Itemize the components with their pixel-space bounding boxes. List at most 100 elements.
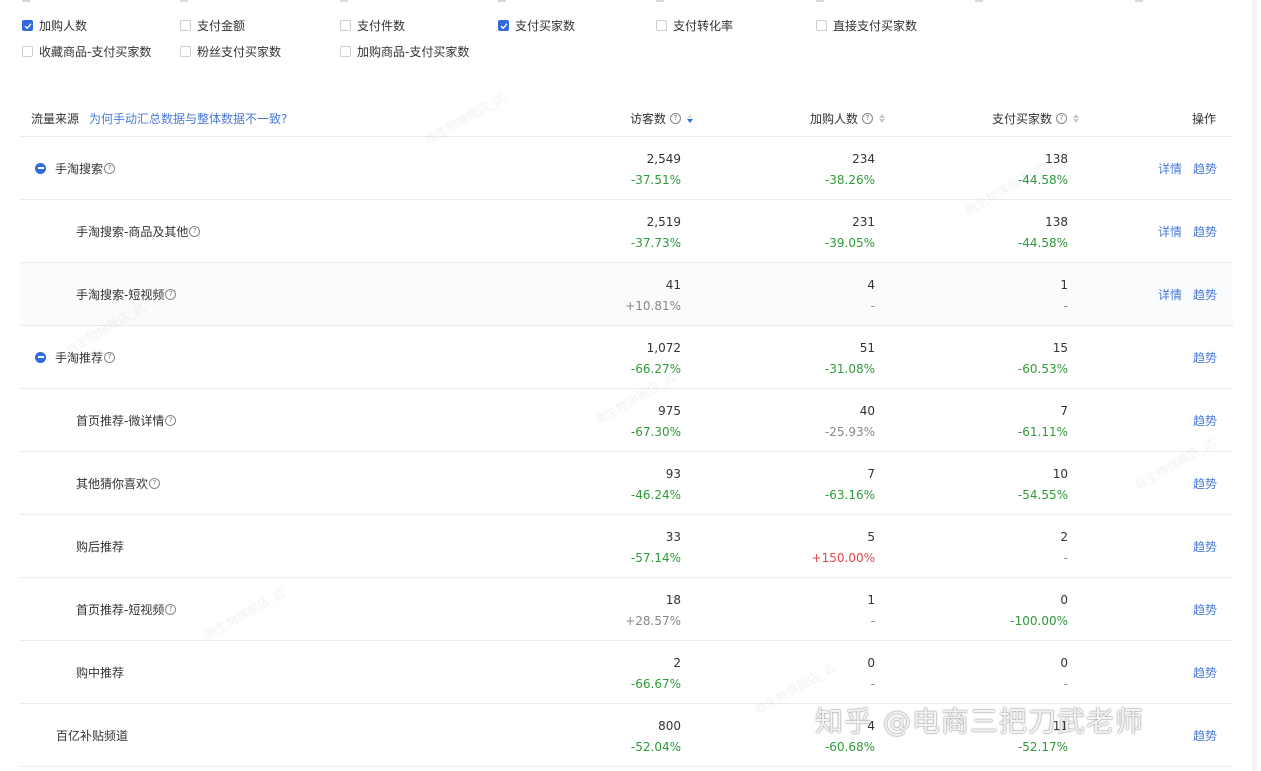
data-mismatch-help-link[interactable]: 为何手动汇总数据与整体数据不一致? [89,110,287,127]
buyers-value: 0 [1060,593,1068,607]
checkbox-empty-icon[interactable] [816,20,827,31]
trend-link[interactable]: 趋势 [1193,475,1217,492]
help-icon[interactable]: ? [165,288,177,300]
trend-link[interactable]: 趋势 [1193,223,1217,240]
add_cart-cell: 4- [867,275,875,317]
header-ops: 操作 [1192,111,1217,126]
visitors-change: -52.04% [630,740,681,754]
table-row: 购后推荐 33 -57.14% 5 +150.00% 2- 趋势 [20,515,1233,578]
help-icon[interactable]: ? [149,477,161,489]
buyers-change: -54.55% [1017,488,1068,502]
collapse-icon[interactable] [35,351,46,363]
visitors-change: -37.51% [630,173,681,187]
table-row: 首页推荐-微详情? 975 -67.30% 40 -25.93% 7 -61.11% 趋势 [20,389,1233,452]
help-icon[interactable]: ? [670,112,682,124]
table-row: 手淘推荐? 1,072 -66.27% 51 -31.08% 15 -60.53% 趋势 [20,326,1233,389]
sort-icon[interactable] [1073,113,1080,123]
add_cart-change: - [870,677,875,691]
metric-checkbox[interactable]: 支付转化率 [656,17,733,34]
metric-checkbox[interactable]: 支付金额 [180,17,245,34]
collapse-icon[interactable] [35,162,46,174]
header-add-cart[interactable]: 加购人数 ? [810,100,886,136]
help-icon[interactable]: ? [1056,112,1068,124]
source-name: 首页推荐-短视频 [76,602,165,617]
checkbox-checked-icon[interactable] [498,20,509,31]
source-name-cell: 手淘推荐? [35,326,116,388]
sort-icon[interactable] [879,113,886,123]
checkbox-empty-icon[interactable] [180,20,191,31]
header-buyers[interactable]: 支付买家数 ? [992,100,1080,136]
source-name-cell: 购后推荐 [76,515,124,577]
metric-checkbox[interactable]: 支付件数 [340,17,405,34]
checkbox-empty-icon[interactable] [180,46,191,57]
visitors-value: 1,072 [646,341,681,355]
metric-checkbox[interactable]: 直接支付买家数 [816,17,917,34]
visitors-cell: 800 -52.04% [631,716,681,758]
visitors-value: 975 [658,404,681,418]
row-actions: 趋势 [1182,641,1217,703]
add_cart-cell: 231 -39.05% [825,212,875,254]
detail-link[interactable]: 详情 [1158,223,1182,240]
add_cart-change: -38.26% [824,173,875,187]
source-name-cell: 首页推荐-微详情? [76,389,177,451]
detail-link[interactable]: 详情 [1158,160,1182,177]
help-icon[interactable]: ? [189,225,201,237]
row-actions: 详情 趋势 [1147,263,1217,325]
visitors-value: 2,549 [646,152,681,166]
table-row: 百亿补贴频道 800 -52.04% 4 -60.68% 11 -52.17% 趋势 [20,704,1233,767]
visitors-cell: 1,072 -66.27% [631,338,681,380]
buyers-value: 10 [1052,467,1068,481]
add_cart-change: -39.05% [824,236,875,250]
buyers-change: - [1063,677,1068,691]
trend-link[interactable]: 趋势 [1193,601,1217,618]
help-icon[interactable]: ? [104,351,116,363]
metric-label: 收藏商品-支付买家数 [39,45,152,59]
metric-checkbox[interactable]: 支付买家数 [498,17,575,34]
buyers-cell: 0 -100.00% [1010,590,1068,632]
trend-link[interactable]: 趋势 [1193,538,1217,555]
metric-label: 支付金额 [197,19,246,33]
table-header: 流量来源 为何手动汇总数据与整体数据不一致? 访客数 ? 加购人数 ? 支付买家… [20,100,1233,137]
checkbox-checked-icon[interactable] [22,20,33,31]
checkbox-empty-icon[interactable] [340,20,351,31]
checkbox-empty-icon[interactable] [22,46,33,57]
help-icon[interactable]: ? [862,112,874,124]
trend-link[interactable]: 趋势 [1193,727,1217,744]
visitors-value: 2 [673,656,681,670]
add_cart-value: 1 [867,593,875,607]
buyers-value: 1 [1060,278,1068,292]
row-actions: 详情 趋势 [1147,137,1217,199]
buyers-value: 0 [1060,656,1068,670]
help-icon[interactable]: ? [104,162,116,174]
visitors-cell: 2,549 -37.51% [631,149,681,191]
trend-link[interactable]: 趋势 [1193,412,1217,429]
trend-link[interactable]: 趋势 [1193,160,1217,177]
checkbox-empty-icon[interactable] [656,20,667,31]
buyers-cell: 0- [1060,653,1068,695]
buyers-cell: 7 -61.11% [1018,401,1068,443]
visitors-cell: 2 -66.67% [631,653,681,695]
detail-link[interactable]: 详情 [1158,286,1182,303]
trend-link[interactable]: 趋势 [1193,349,1217,366]
metric-checkbox[interactable]: 加购人数 [22,17,87,34]
metric-checkbox[interactable]: 收藏商品-支付买家数 [22,43,151,60]
trend-link[interactable]: 趋势 [1193,664,1217,681]
metric-checkbox[interactable]: 粉丝支付买家数 [180,43,281,60]
add_cart-cell: 51 -31.08% [825,338,875,380]
add_cart-change: - [870,299,875,313]
visitors-change: -37.73% [630,236,681,250]
metric-checkbox[interactable]: 加购商品-支付买家数 [340,43,469,60]
checkbox-empty-icon[interactable] [340,46,351,57]
header-visitors[interactable]: 访客数 ? [630,100,694,136]
add_cart-value: 0 [867,656,875,670]
help-icon[interactable]: ? [165,414,177,426]
trend-link[interactable]: 趋势 [1193,286,1217,303]
add_cart-cell: 0- [867,653,875,695]
sort-icon[interactable] [687,113,694,123]
help-icon[interactable]: ? [165,603,177,615]
scrollbar[interactable] [1252,0,1257,771]
source-name-cell: 百亿补贴频道 [56,704,128,766]
metric-label: 支付转化率 [673,19,734,33]
source-name: 手淘搜索-商品及其他 [76,224,189,239]
add_cart-cell: 40 -25.93% [825,401,875,443]
